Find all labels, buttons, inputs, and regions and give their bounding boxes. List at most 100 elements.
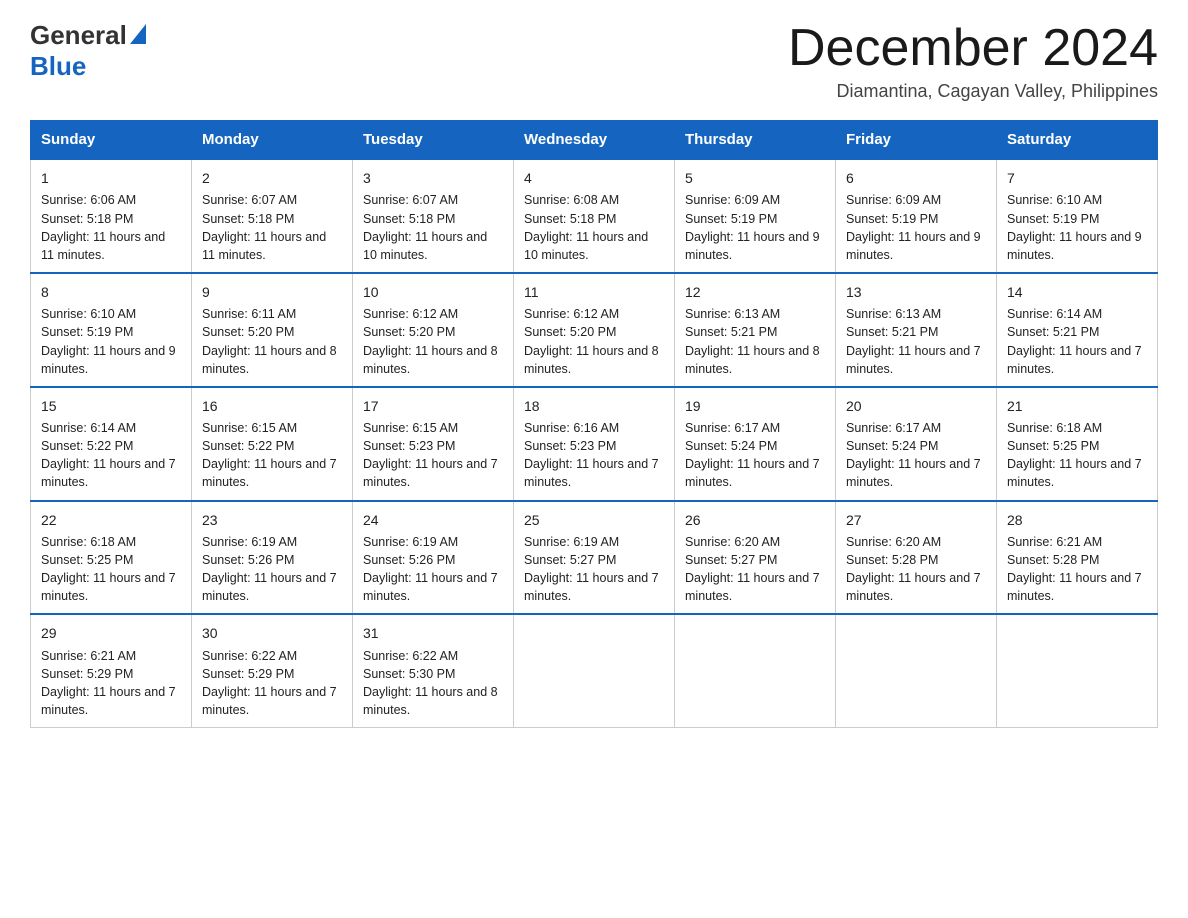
day-number: 11 (524, 282, 664, 302)
sunset-text: Sunset: 5:22 PM (202, 439, 294, 453)
table-row: 3 Sunrise: 6:07 AM Sunset: 5:18 PM Dayli… (353, 159, 514, 273)
calendar-week-row: 29 Sunrise: 6:21 AM Sunset: 5:29 PM Dayl… (31, 614, 1158, 727)
sunrise-text: Sunrise: 6:14 AM (41, 421, 136, 435)
table-row: 12 Sunrise: 6:13 AM Sunset: 5:21 PM Dayl… (675, 273, 836, 387)
daylight-text: Daylight: 11 hours and 7 minutes. (1007, 344, 1142, 376)
sunset-text: Sunset: 5:23 PM (363, 439, 455, 453)
daylight-text: Daylight: 11 hours and 7 minutes. (846, 457, 981, 489)
table-row: 16 Sunrise: 6:15 AM Sunset: 5:22 PM Dayl… (192, 387, 353, 501)
sunrise-text: Sunrise: 6:19 AM (202, 535, 297, 549)
day-number: 22 (41, 510, 181, 530)
table-row: 28 Sunrise: 6:21 AM Sunset: 5:28 PM Dayl… (997, 501, 1158, 615)
sunset-text: Sunset: 5:21 PM (846, 325, 938, 339)
table-row: 7 Sunrise: 6:10 AM Sunset: 5:19 PM Dayli… (997, 159, 1158, 273)
sunset-text: Sunset: 5:18 PM (524, 212, 616, 226)
sunset-text: Sunset: 5:21 PM (685, 325, 777, 339)
sunset-text: Sunset: 5:18 PM (41, 212, 133, 226)
sunrise-text: Sunrise: 6:12 AM (524, 307, 619, 321)
day-number: 23 (202, 510, 342, 530)
sunset-text: Sunset: 5:29 PM (41, 667, 133, 681)
table-row: 19 Sunrise: 6:17 AM Sunset: 5:24 PM Dayl… (675, 387, 836, 501)
daylight-text: Daylight: 11 hours and 7 minutes. (41, 685, 176, 717)
day-number: 4 (524, 168, 664, 188)
sunrise-text: Sunrise: 6:18 AM (1007, 421, 1102, 435)
daylight-text: Daylight: 11 hours and 9 minutes. (685, 230, 820, 262)
col-wednesday: Wednesday (514, 121, 675, 160)
sunrise-text: Sunrise: 6:19 AM (363, 535, 458, 549)
sunset-text: Sunset: 5:30 PM (363, 667, 455, 681)
daylight-text: Daylight: 11 hours and 7 minutes. (363, 457, 498, 489)
table-row: 2 Sunrise: 6:07 AM Sunset: 5:18 PM Dayli… (192, 159, 353, 273)
calendar-table: Sunday Monday Tuesday Wednesday Thursday… (30, 120, 1158, 728)
daylight-text: Daylight: 11 hours and 7 minutes. (202, 457, 337, 489)
sunrise-text: Sunrise: 6:22 AM (363, 649, 458, 663)
table-row: 1 Sunrise: 6:06 AM Sunset: 5:18 PM Dayli… (31, 159, 192, 273)
table-row: 29 Sunrise: 6:21 AM Sunset: 5:29 PM Dayl… (31, 614, 192, 727)
sunset-text: Sunset: 5:20 PM (524, 325, 616, 339)
day-number: 2 (202, 168, 342, 188)
sunrise-text: Sunrise: 6:08 AM (524, 193, 619, 207)
day-number: 19 (685, 396, 825, 416)
sunset-text: Sunset: 5:23 PM (524, 439, 616, 453)
sunrise-text: Sunrise: 6:15 AM (202, 421, 297, 435)
sunset-text: Sunset: 5:22 PM (41, 439, 133, 453)
location-subtitle: Diamantina, Cagayan Valley, Philippines (788, 81, 1158, 102)
sunrise-text: Sunrise: 6:09 AM (685, 193, 780, 207)
sunrise-text: Sunrise: 6:17 AM (846, 421, 941, 435)
sunset-text: Sunset: 5:27 PM (685, 553, 777, 567)
page-header: General Blue December 2024 Diamantina, C… (30, 20, 1158, 102)
sunrise-text: Sunrise: 6:22 AM (202, 649, 297, 663)
sunrise-text: Sunrise: 6:14 AM (1007, 307, 1102, 321)
daylight-text: Daylight: 11 hours and 7 minutes. (846, 344, 981, 376)
sunset-text: Sunset: 5:24 PM (685, 439, 777, 453)
day-number: 27 (846, 510, 986, 530)
table-row: 24 Sunrise: 6:19 AM Sunset: 5:26 PM Dayl… (353, 501, 514, 615)
calendar-week-row: 1 Sunrise: 6:06 AM Sunset: 5:18 PM Dayli… (31, 159, 1158, 273)
sunrise-text: Sunrise: 6:21 AM (41, 649, 136, 663)
daylight-text: Daylight: 11 hours and 7 minutes. (524, 571, 659, 603)
sunrise-text: Sunrise: 6:15 AM (363, 421, 458, 435)
table-row: 15 Sunrise: 6:14 AM Sunset: 5:22 PM Dayl… (31, 387, 192, 501)
table-row: 8 Sunrise: 6:10 AM Sunset: 5:19 PM Dayli… (31, 273, 192, 387)
sunset-text: Sunset: 5:26 PM (202, 553, 294, 567)
day-number: 30 (202, 623, 342, 643)
daylight-text: Daylight: 11 hours and 7 minutes. (41, 571, 176, 603)
table-row: 18 Sunrise: 6:16 AM Sunset: 5:23 PM Dayl… (514, 387, 675, 501)
daylight-text: Daylight: 11 hours and 7 minutes. (41, 457, 176, 489)
sunset-text: Sunset: 5:28 PM (846, 553, 938, 567)
sunrise-text: Sunrise: 6:18 AM (41, 535, 136, 549)
sunset-text: Sunset: 5:24 PM (846, 439, 938, 453)
sunrise-text: Sunrise: 6:10 AM (41, 307, 136, 321)
daylight-text: Daylight: 11 hours and 7 minutes. (202, 685, 337, 717)
sunset-text: Sunset: 5:19 PM (685, 212, 777, 226)
table-row: 31 Sunrise: 6:22 AM Sunset: 5:30 PM Dayl… (353, 614, 514, 727)
col-monday: Monday (192, 121, 353, 160)
sunrise-text: Sunrise: 6:21 AM (1007, 535, 1102, 549)
daylight-text: Daylight: 11 hours and 8 minutes. (363, 344, 498, 376)
table-row: 6 Sunrise: 6:09 AM Sunset: 5:19 PM Dayli… (836, 159, 997, 273)
day-number: 21 (1007, 396, 1147, 416)
day-number: 26 (685, 510, 825, 530)
logo-triangle-icon (130, 24, 146, 44)
table-row (514, 614, 675, 727)
day-number: 9 (202, 282, 342, 302)
table-row: 17 Sunrise: 6:15 AM Sunset: 5:23 PM Dayl… (353, 387, 514, 501)
day-number: 12 (685, 282, 825, 302)
sunset-text: Sunset: 5:21 PM (1007, 325, 1099, 339)
table-row: 23 Sunrise: 6:19 AM Sunset: 5:26 PM Dayl… (192, 501, 353, 615)
day-number: 15 (41, 396, 181, 416)
calendar-header-row: Sunday Monday Tuesday Wednesday Thursday… (31, 121, 1158, 160)
day-number: 29 (41, 623, 181, 643)
title-section: December 2024 Diamantina, Cagayan Valley… (788, 20, 1158, 102)
daylight-text: Daylight: 11 hours and 8 minutes. (524, 344, 659, 376)
sunset-text: Sunset: 5:19 PM (41, 325, 133, 339)
table-row (997, 614, 1158, 727)
daylight-text: Daylight: 11 hours and 9 minutes. (846, 230, 981, 262)
daylight-text: Daylight: 11 hours and 7 minutes. (363, 571, 498, 603)
sunset-text: Sunset: 5:28 PM (1007, 553, 1099, 567)
table-row: 11 Sunrise: 6:12 AM Sunset: 5:20 PM Dayl… (514, 273, 675, 387)
table-row: 25 Sunrise: 6:19 AM Sunset: 5:27 PM Dayl… (514, 501, 675, 615)
sunrise-text: Sunrise: 6:19 AM (524, 535, 619, 549)
sunset-text: Sunset: 5:20 PM (202, 325, 294, 339)
table-row: 13 Sunrise: 6:13 AM Sunset: 5:21 PM Dayl… (836, 273, 997, 387)
